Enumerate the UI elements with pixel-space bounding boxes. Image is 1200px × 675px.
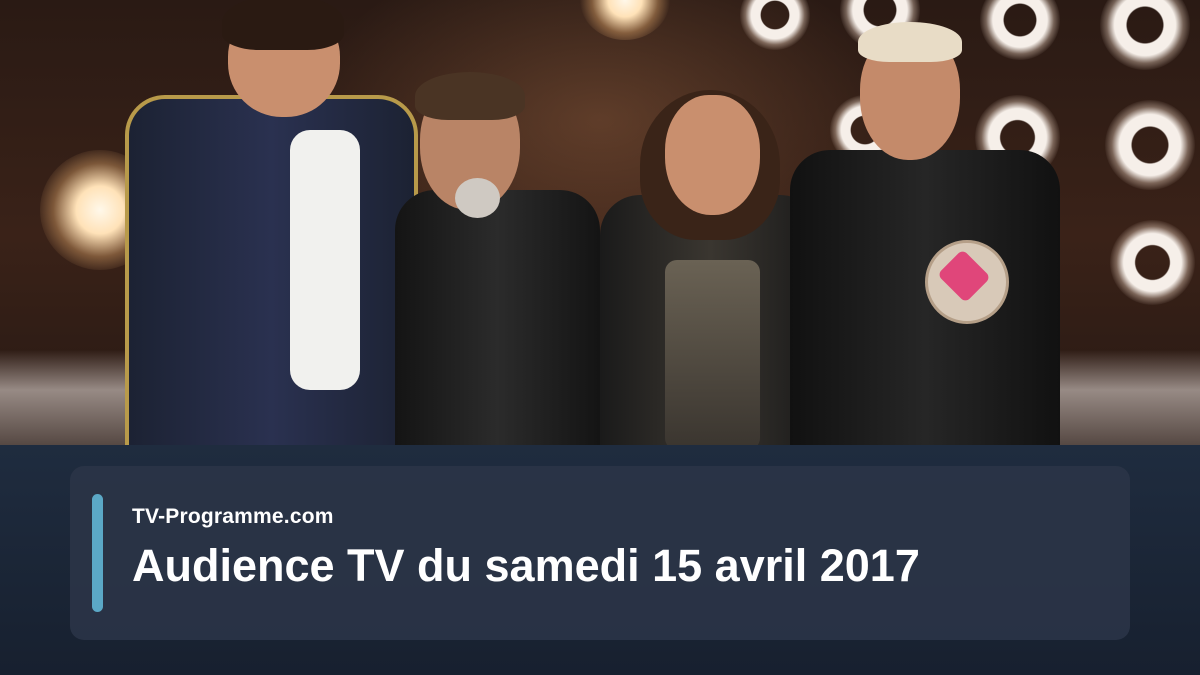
stage-light bbox=[580, 0, 670, 40]
stage-light bbox=[740, 0, 810, 50]
stage-light bbox=[1110, 220, 1195, 305]
article-card[interactable]: TV-Programme.com Audience TV du samedi 1… bbox=[0, 0, 1200, 675]
accent-bar bbox=[92, 494, 103, 612]
article-headline[interactable]: Audience TV du samedi 15 avril 2017 bbox=[132, 540, 920, 592]
stage-light bbox=[1105, 100, 1195, 190]
stage-light bbox=[980, 0, 1060, 60]
beard bbox=[455, 178, 500, 218]
stage-light bbox=[1100, 0, 1190, 70]
site-brand[interactable]: TV-Programme.com bbox=[132, 505, 334, 529]
